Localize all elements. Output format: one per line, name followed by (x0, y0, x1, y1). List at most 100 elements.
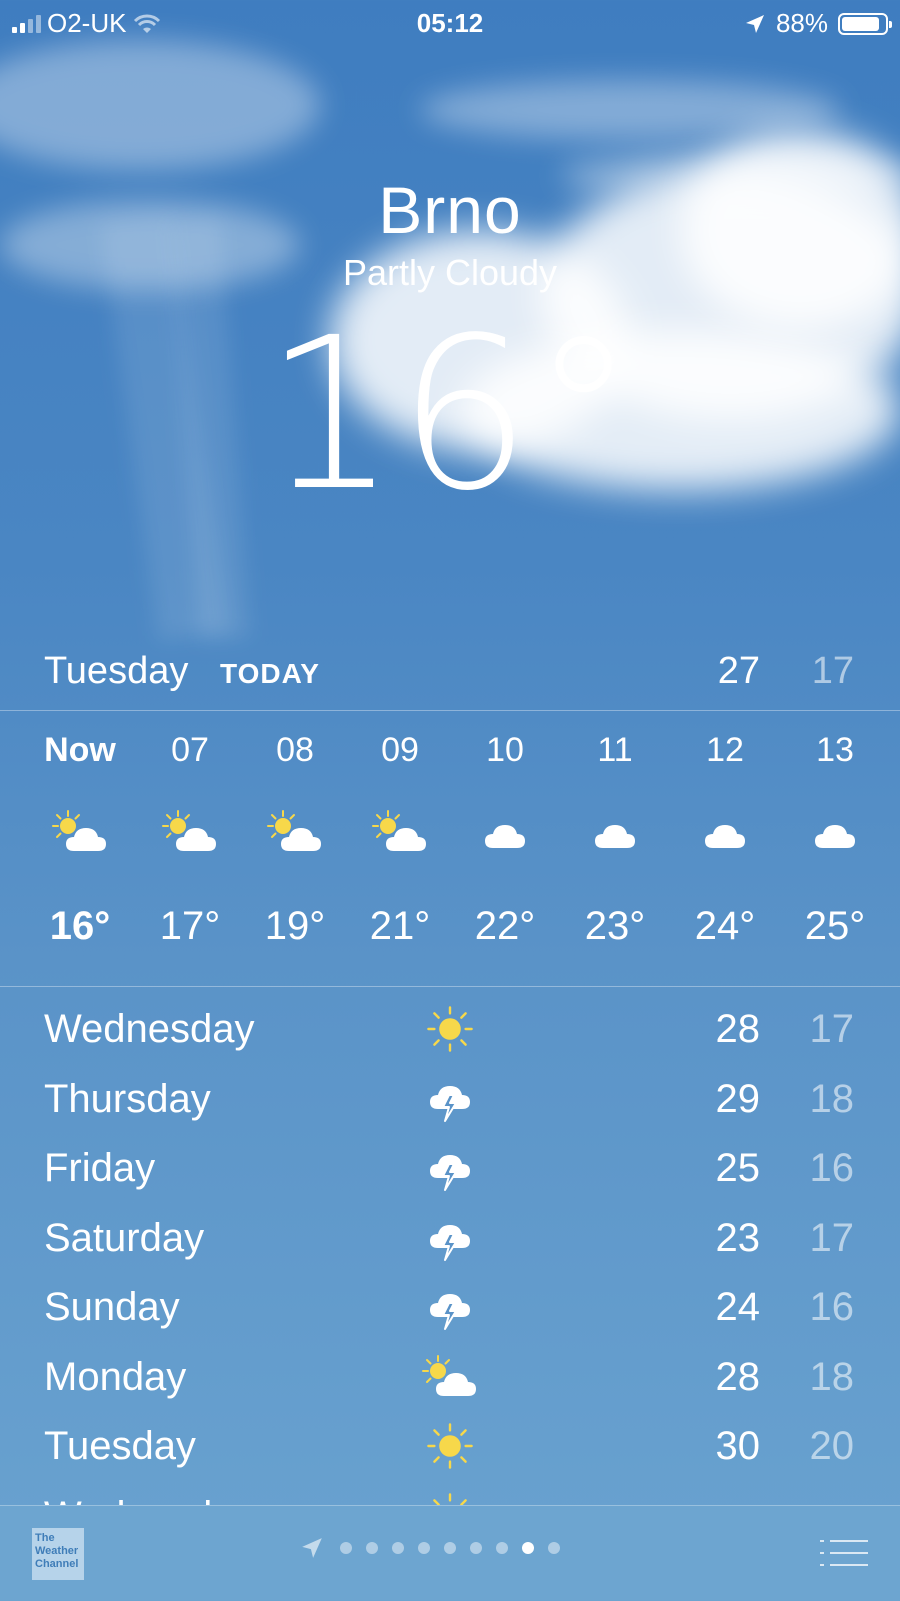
daily-high: 23 (640, 1216, 760, 1261)
battery-percent: 88% (776, 8, 828, 39)
divider (0, 710, 900, 711)
hourly-temp: 21° (345, 904, 455, 949)
cloud-icon (670, 800, 780, 864)
daily-low: 18 (770, 1077, 854, 1122)
daily-low: 16 (770, 1285, 854, 1330)
daily-day: Tuesday (44, 1424, 196, 1469)
page-dot[interactable] (366, 1542, 378, 1554)
daily-high: 30 (640, 1424, 760, 1469)
city-name: Brno (0, 172, 900, 248)
today-day: Tuesday (44, 650, 188, 693)
thunderstorm-icon (420, 1142, 480, 1194)
daily-high: 28 (640, 1007, 760, 1052)
sun-icon (420, 1420, 480, 1472)
page-dot[interactable] (496, 1542, 508, 1554)
partly-cloudy-icon (345, 800, 455, 864)
hourly-hour: Now (25, 722, 135, 778)
page-dot[interactable] (340, 1542, 352, 1554)
daily-day: Saturday (44, 1216, 204, 1261)
divider (0, 986, 900, 987)
hourly-item: 10 22° (450, 722, 560, 949)
hourly-hour: 08 (240, 722, 350, 778)
page-dot[interactable] (522, 1542, 534, 1554)
daily-row: Tuesday 30 20 (0, 1412, 900, 1480)
list-icon[interactable] (820, 1538, 868, 1568)
hourly-item: 13 25° (780, 722, 890, 949)
page-dot[interactable] (548, 1542, 560, 1554)
daily-row: Wednesday 28 17 (0, 995, 900, 1063)
hourly-item: Now 16° (25, 722, 135, 949)
thunderstorm-icon (420, 1212, 480, 1264)
sun-icon (420, 1003, 480, 1055)
current-condition: Partly Cloudy (0, 252, 900, 294)
page-dot[interactable] (444, 1542, 456, 1554)
page-dot[interactable] (470, 1542, 482, 1554)
hourly-hour: 11 (560, 722, 670, 778)
daily-day: Thursday (44, 1077, 211, 1122)
cloud-icon (450, 800, 560, 864)
daily-row: Monday 28 18 (0, 1343, 900, 1411)
page-indicator[interactable] (300, 1536, 560, 1560)
hourly-temp: 16° (25, 904, 135, 949)
today-summary: Tuesday TODAY 27 17 (0, 640, 900, 710)
provider-logo-text: The Weather Channel (35, 1532, 78, 1570)
daily-day: Friday (44, 1146, 155, 1191)
cloud-icon (560, 800, 670, 864)
hourly-hour: 13 (780, 722, 890, 778)
thunderstorm-icon (420, 1073, 480, 1125)
daily-row: Saturday 23 17 (0, 1204, 900, 1272)
daily-row: Friday 25 16 (0, 1134, 900, 1202)
daily-low: 17 (770, 1007, 854, 1052)
cloud-icon (780, 800, 890, 864)
hourly-temp: 25° (780, 904, 890, 949)
status-bar: O2-UK 05:12 88% (0, 0, 900, 46)
daily-row: Sunday 24 16 (0, 1273, 900, 1341)
daily-low: 18 (770, 1355, 854, 1400)
bottom-bar: The Weather Channel (0, 1505, 900, 1601)
daily-forecast[interactable]: Wednesday 28 17 Thursday 29 18 Friday 25… (0, 995, 900, 1505)
daily-day: Wednesday (44, 1494, 255, 1506)
hourly-temp: 19° (240, 904, 350, 949)
location-arrow-icon (744, 13, 766, 35)
hourly-forecast[interactable]: Now 16° 07 17° 08 19° 09 (0, 722, 900, 982)
weather-channel-logo-icon[interactable]: The Weather Channel (32, 1528, 84, 1580)
hourly-temp: 17° (135, 904, 245, 949)
location-arrow-icon (300, 1536, 324, 1560)
hourly-hour: 10 (450, 722, 560, 778)
partly-cloudy-icon (420, 1351, 480, 1403)
daily-row: Wednesday (0, 1482, 900, 1506)
current-temperature: 16° (0, 310, 900, 520)
hourly-item: 12 24° (670, 722, 780, 949)
daily-low: 20 (770, 1424, 854, 1469)
page-dot[interactable] (418, 1542, 430, 1554)
today-high: 27 (640, 650, 760, 693)
battery-icon (838, 13, 888, 35)
today-low: 17 (770, 650, 854, 693)
partly-cloudy-icon (135, 800, 245, 864)
daily-day: Wednesday (44, 1007, 255, 1052)
partly-cloudy-icon (240, 800, 350, 864)
hourly-hour: 07 (135, 722, 245, 778)
daily-row: Thursday 29 18 (0, 1065, 900, 1133)
sun-icon (420, 1490, 480, 1506)
daily-day: Monday (44, 1355, 186, 1400)
hourly-item: 09 21° (345, 722, 455, 949)
page-dot[interactable] (392, 1542, 404, 1554)
daily-high: 25 (640, 1146, 760, 1191)
hourly-item: 08 19° (240, 722, 350, 949)
hourly-item: 11 23° (560, 722, 670, 949)
hourly-temp: 24° (670, 904, 780, 949)
thunderstorm-icon (420, 1281, 480, 1333)
daily-day: Sunday (44, 1285, 180, 1330)
partly-cloudy-icon (25, 800, 135, 864)
hourly-hour: 09 (345, 722, 455, 778)
hourly-temp: 23° (560, 904, 670, 949)
hourly-hour: 12 (670, 722, 780, 778)
daily-low: 16 (770, 1146, 854, 1191)
daily-high: 24 (640, 1285, 760, 1330)
today-tag: TODAY (220, 658, 320, 690)
daily-low: 17 (770, 1216, 854, 1261)
daily-high: 29 (640, 1077, 760, 1122)
hourly-temp: 22° (450, 904, 560, 949)
daily-high: 28 (640, 1355, 760, 1400)
